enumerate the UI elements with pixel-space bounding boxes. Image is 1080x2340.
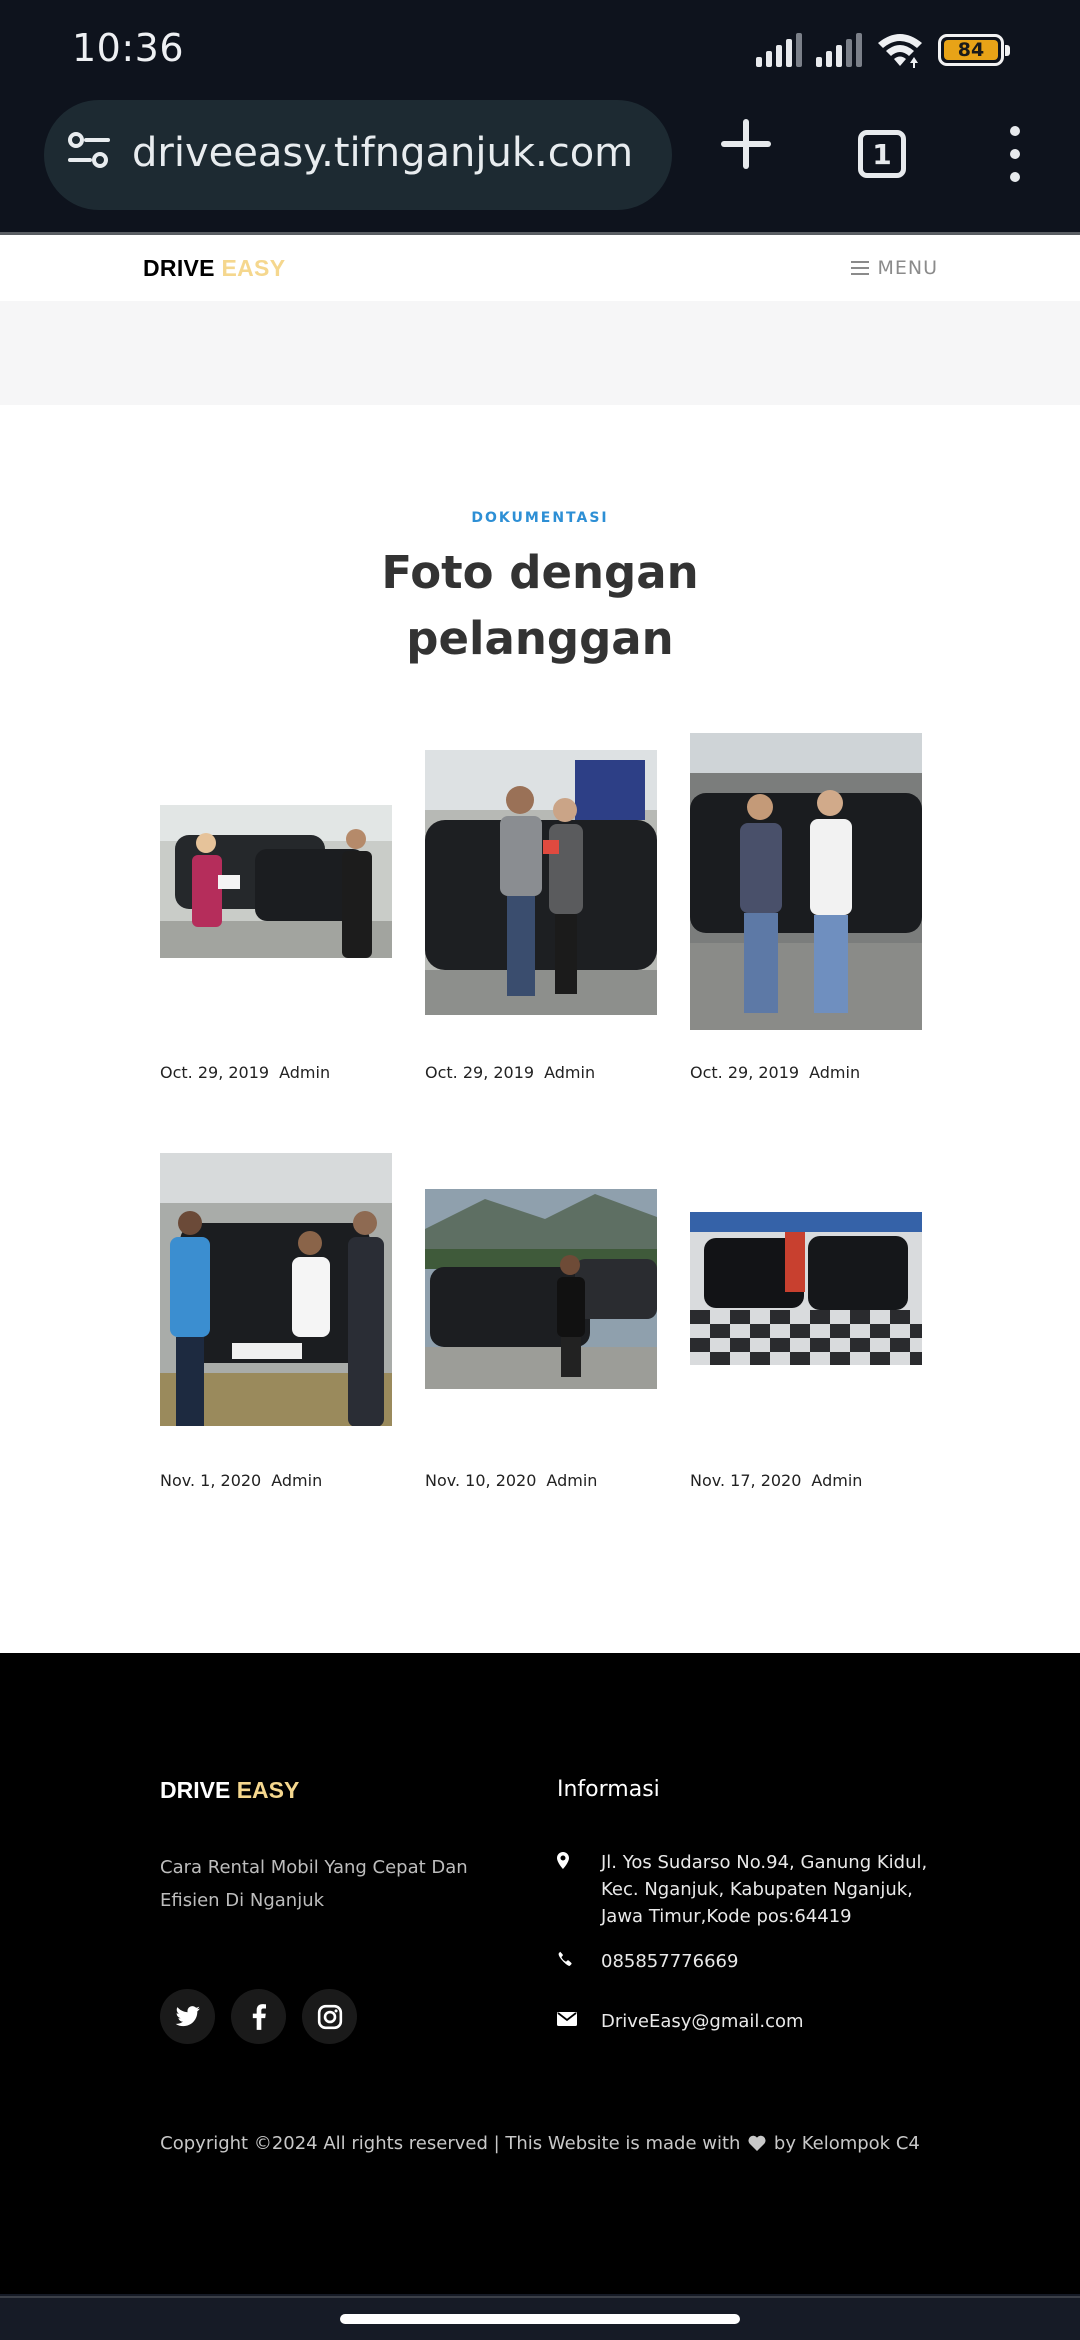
twitter-link[interactable]: [160, 1989, 215, 2044]
site-logo[interactable]: DRIVE EASY: [143, 255, 285, 282]
footer-info-title: Informasi: [557, 1777, 660, 1802]
post-date[interactable]: Oct. 29, 2019: [425, 1063, 534, 1082]
logo-word-drive: DRIVE: [143, 255, 215, 281]
url-text[interactable]: driveeasy.tifnganjuk.com: [132, 130, 633, 176]
navigation-gesture-area: [0, 2294, 1080, 2340]
envelope-icon: [557, 2008, 601, 2035]
footer-email[interactable]: DriveEasy@gmail.com: [601, 2008, 941, 2035]
logo-word-easy: EASY: [221, 255, 286, 281]
more-options-icon[interactable]: [1000, 126, 1030, 182]
email-row: DriveEasy@gmail.com: [557, 2008, 941, 2035]
facebook-icon: [252, 2003, 266, 2030]
post-author[interactable]: Admin: [271, 1471, 322, 1490]
address-row: Jl. Yos Sudarso No.94, Ganung Kidul, Kec…: [557, 1849, 941, 1930]
battery-level: 84: [944, 39, 998, 61]
post-meta: Oct. 29, 2019 Admin: [160, 1063, 330, 1082]
post-date[interactable]: Oct. 29, 2019: [160, 1063, 269, 1082]
menu-button[interactable]: MENU: [851, 257, 938, 279]
post-author[interactable]: Admin: [811, 1471, 862, 1490]
map-marker-icon: [557, 1849, 601, 1930]
post-author[interactable]: Admin: [546, 1471, 597, 1490]
post-meta: Nov. 1, 2020 Admin: [160, 1471, 322, 1490]
post-date[interactable]: Nov. 17, 2020: [690, 1471, 801, 1490]
copyright-credit: by Kelompok C4: [773, 2133, 920, 2154]
address-bar[interactable]: driveeasy.tifnganjuk.com: [44, 100, 672, 210]
customer-photo[interactable]: [425, 1189, 657, 1389]
section-title: Foto dengan pelanggan: [381, 546, 699, 665]
footer-tagline: Cara Rental Mobil Yang Cepat Dan Efisien…: [160, 1857, 468, 1911]
tab-switcher-button[interactable]: 1: [858, 130, 906, 178]
footer: DRIVE EASY Cara Rental Mobil Yang Cepat …: [0, 1653, 1080, 2294]
heart-icon: [748, 2135, 766, 2151]
status-icons: 84: [756, 30, 1010, 70]
customer-photo[interactable]: [160, 805, 392, 958]
footer-phone[interactable]: 085857776669: [601, 1948, 941, 1975]
signal-icon: [756, 33, 802, 67]
status-bar: 10:36 84: [0, 0, 1080, 96]
post-author[interactable]: Admin: [809, 1063, 860, 1082]
browser-toolbar: driveeasy.tifnganjuk.com 1: [0, 96, 1080, 232]
home-gesture-handle[interactable]: [340, 2314, 740, 2324]
twitter-icon: [175, 2005, 200, 2026]
new-tab-button[interactable]: [716, 114, 776, 174]
post-meta: Oct. 29, 2019 Admin: [425, 1063, 595, 1082]
instagram-icon: [317, 2004, 342, 2029]
plus-icon: [721, 119, 771, 169]
customer-photo[interactable]: [425, 750, 657, 1015]
signal-icon-sim2: [816, 33, 862, 67]
footer-logo[interactable]: DRIVE EASY: [160, 1777, 299, 1804]
divider: [0, 2296, 1080, 2298]
menu-label: MENU: [877, 257, 938, 279]
post-date[interactable]: Oct. 29, 2019: [690, 1063, 799, 1082]
hero-banner: [0, 301, 1080, 405]
phone-row: 085857776669: [557, 1948, 941, 1975]
customer-photo[interactable]: [690, 1212, 922, 1365]
facebook-link[interactable]: [231, 1989, 286, 2044]
social-links: [160, 1989, 357, 2044]
post-meta: Nov. 10, 2020 Admin: [425, 1471, 597, 1490]
site-settings-icon[interactable]: [66, 130, 112, 174]
footer-logo-word-easy: EASY: [236, 1777, 300, 1803]
footer-address: Jl. Yos Sudarso No.94, Ganung Kidul, Kec…: [601, 1852, 928, 1927]
customer-photo[interactable]: [160, 1153, 392, 1426]
copyright: Copyright ©2024 All rights reserved | Th…: [0, 2133, 1080, 2154]
post-date[interactable]: Nov. 1, 2020: [160, 1471, 261, 1490]
footer-logo-word-drive: DRIVE: [160, 1777, 231, 1803]
section-kicker: DOKUMENTASI: [471, 510, 609, 526]
battery-icon: 84: [938, 34, 1010, 66]
status-time: 10:36: [72, 26, 185, 70]
post-author[interactable]: Admin: [544, 1063, 595, 1082]
hamburger-icon: [851, 261, 870, 275]
phone-icon: [557, 1948, 601, 1975]
post-meta: Oct. 29, 2019 Admin: [690, 1063, 860, 1082]
copyright-text: Copyright ©2024 All rights reserved | Th…: [160, 2133, 741, 2154]
site-navbar: DRIVE EASY MENU: [0, 235, 1080, 301]
post-meta: Nov. 17, 2020 Admin: [690, 1471, 862, 1490]
customer-photo[interactable]: [690, 733, 922, 1030]
wifi-icon: [876, 31, 924, 69]
post-date[interactable]: Nov. 10, 2020: [425, 1471, 536, 1490]
post-author[interactable]: Admin: [279, 1063, 330, 1082]
instagram-link[interactable]: [302, 1989, 357, 2044]
